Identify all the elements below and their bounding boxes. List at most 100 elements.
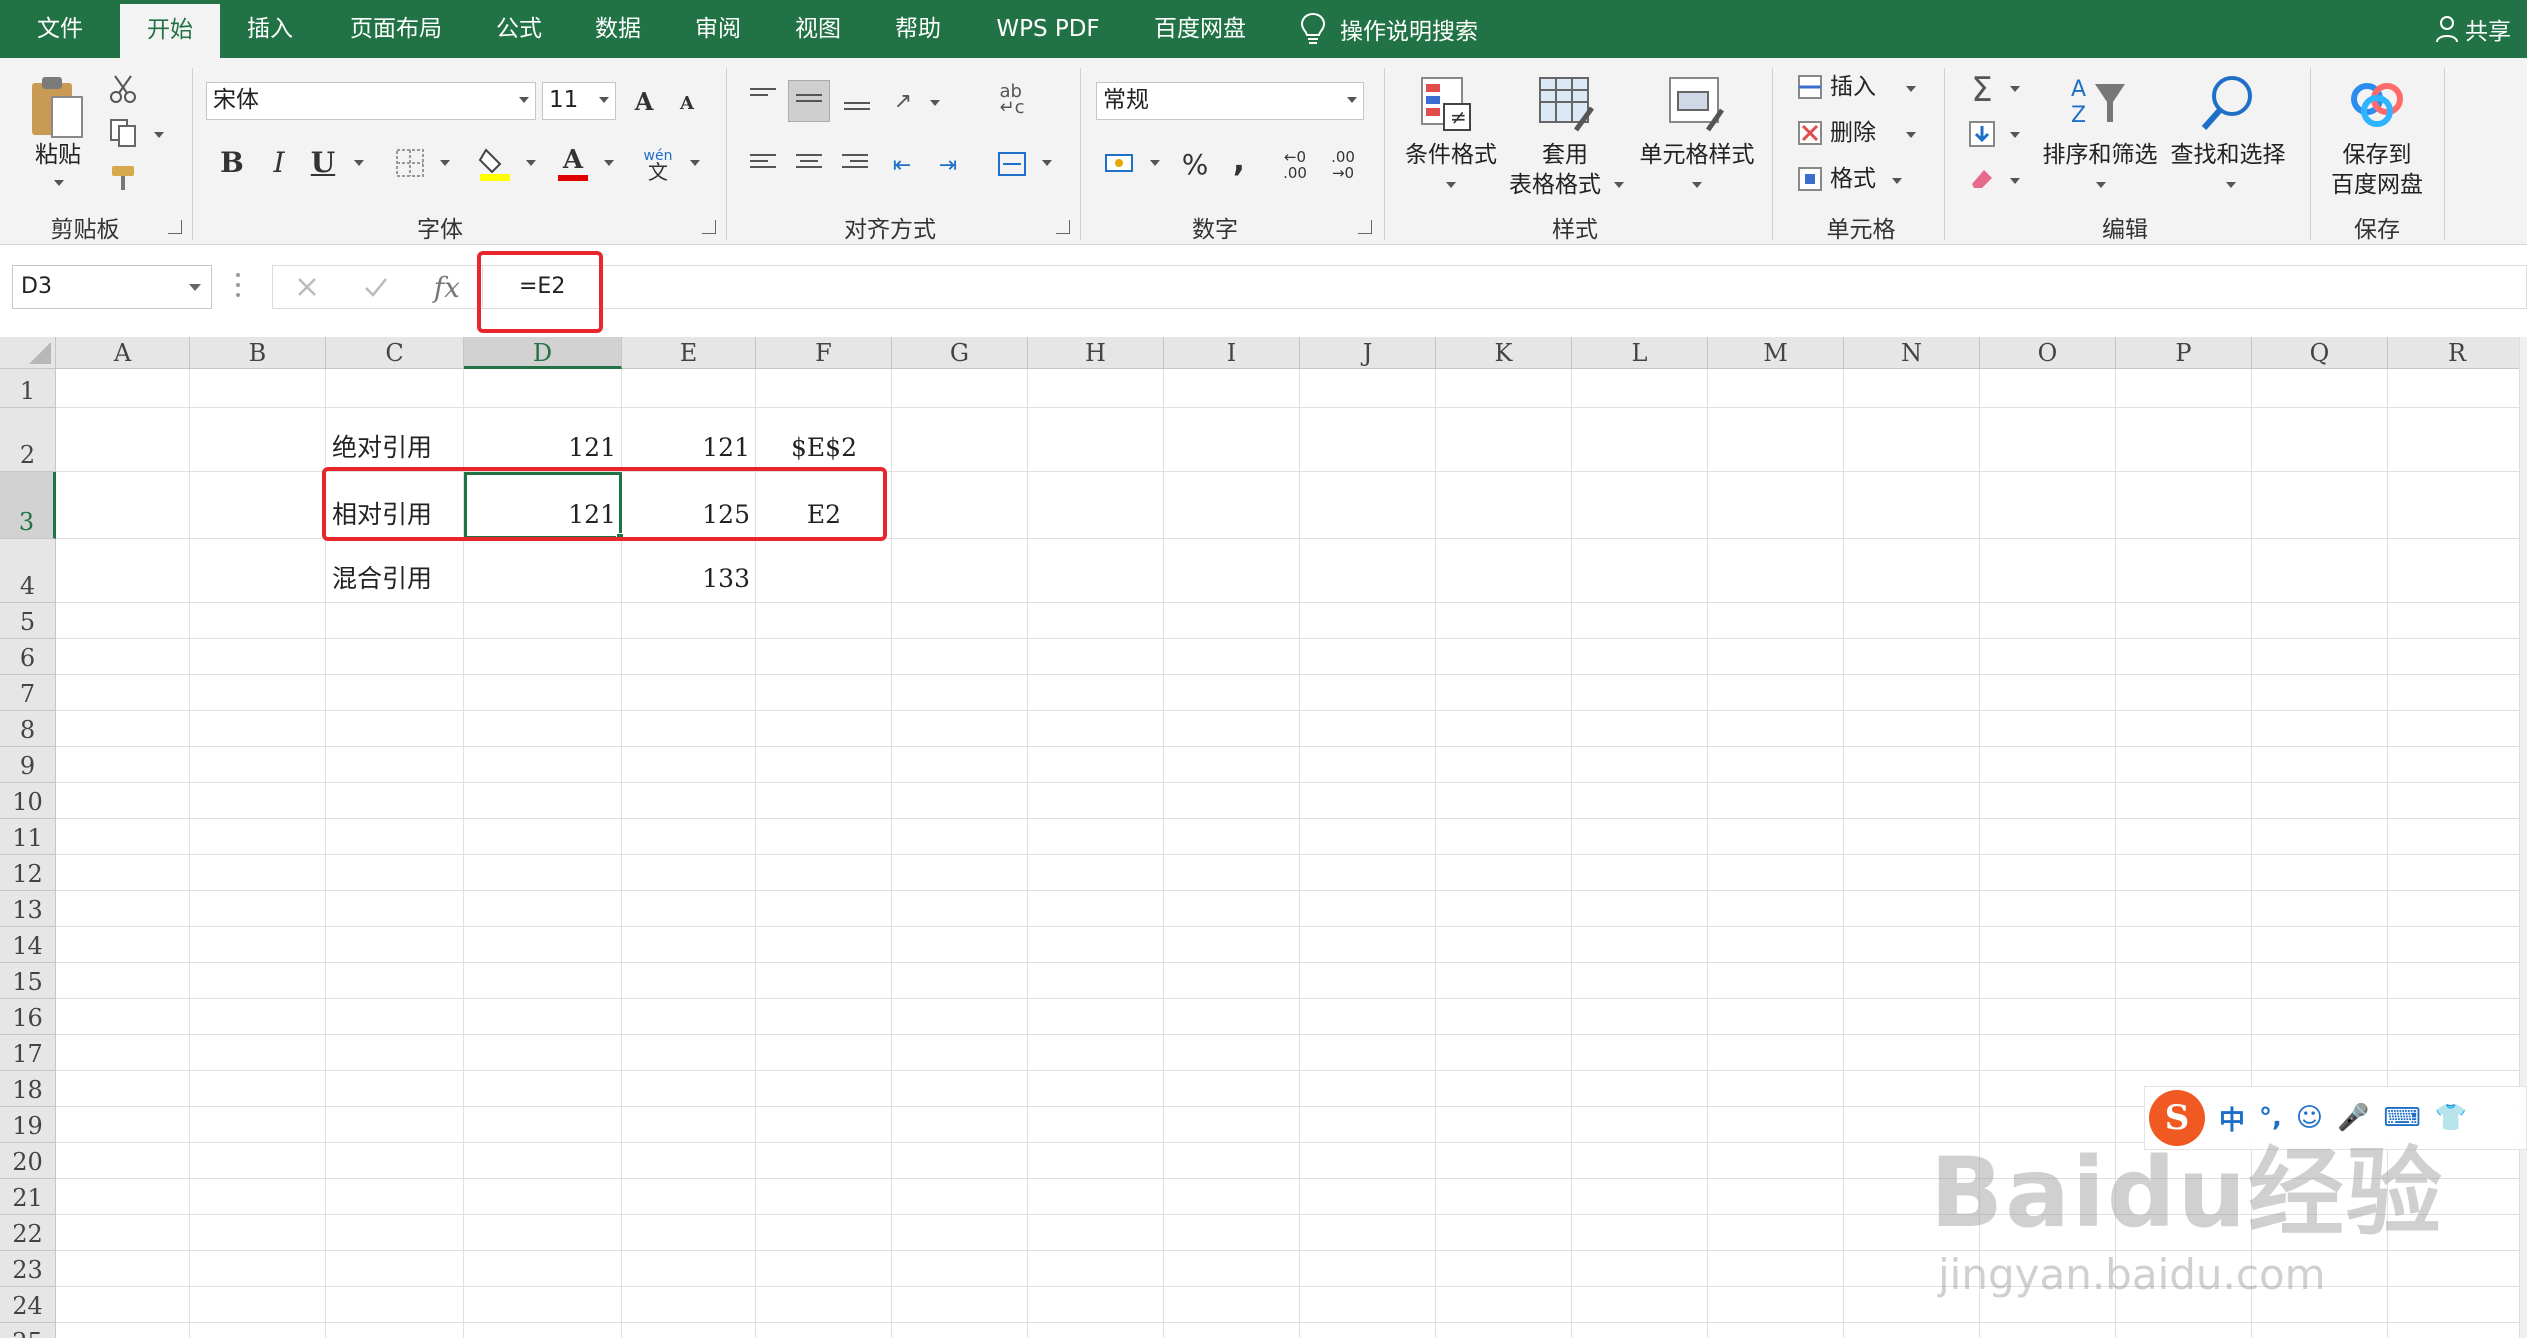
row-header-11[interactable]: 11 — [0, 819, 56, 855]
font-size-select[interactable]: 11 — [542, 82, 616, 120]
align-right-icon[interactable] — [842, 154, 868, 176]
row-header-4[interactable]: 4 — [0, 539, 56, 603]
row-header-5[interactable]: 5 — [0, 603, 56, 639]
align-left-icon[interactable] — [750, 154, 776, 176]
clear-dropdown-icon[interactable] — [2010, 178, 2020, 184]
fill-dropdown-icon[interactable] — [2010, 132, 2020, 138]
font-color-button[interactable]: A — [552, 142, 594, 184]
row-header-23[interactable]: 23 — [0, 1251, 56, 1287]
phonetic-button[interactable]: wén 文 — [636, 144, 680, 184]
cancel-icon[interactable] — [295, 275, 319, 299]
alignment-launcher-icon[interactable] — [1056, 220, 1070, 234]
sort-filter-dropdown-icon[interactable] — [2096, 182, 2106, 188]
underline-button[interactable]: U — [306, 142, 340, 182]
shrink-font-button[interactable]: A — [672, 86, 702, 120]
column-header-o[interactable]: O — [1980, 337, 2116, 369]
name-box[interactable]: D3 — [12, 265, 212, 309]
clear-button[interactable] — [1964, 160, 2000, 196]
column-header-i[interactable]: I — [1164, 337, 1300, 369]
orientation-dropdown-icon[interactable] — [930, 100, 940, 106]
row-header-1[interactable]: 1 — [0, 369, 56, 408]
row-header-24[interactable]: 24 — [0, 1287, 56, 1323]
row-header-15[interactable]: 15 — [0, 963, 56, 999]
paste-dropdown-icon[interactable] — [54, 180, 64, 186]
row-header-25[interactable]: 25 — [0, 1323, 56, 1338]
number-launcher-icon[interactable] — [1358, 220, 1372, 234]
row-header-10[interactable]: 10 — [0, 783, 56, 819]
menu-view[interactable]: 视图 — [772, 0, 864, 58]
ime-mode-toggle[interactable]: 中 — [2219, 1100, 2245, 1137]
row-header-17[interactable]: 17 — [0, 1035, 56, 1071]
spreadsheet-grid[interactable]: ABCDEFGHIJKLMNOPQR 1 2 3 4 5 6 7 8 9 10 11 12 13 14 15… — [0, 337, 2527, 1338]
autosum-dropdown-icon[interactable] — [2010, 86, 2020, 92]
increase-indent-button[interactable]: ⇥ — [930, 148, 966, 182]
menu-review[interactable]: 审阅 — [672, 0, 764, 58]
column-header-g[interactable]: G — [892, 337, 1028, 369]
cell-f2[interactable]: $E$2 — [756, 428, 892, 468]
borders-button[interactable] — [390, 144, 430, 182]
align-bottom-icon[interactable] — [844, 96, 870, 118]
menu-file[interactable]: 文件 — [8, 0, 112, 58]
column-header-p[interactable]: P — [2116, 337, 2252, 369]
merge-dropdown-icon[interactable] — [1042, 160, 1052, 166]
copy-button[interactable] — [106, 116, 140, 150]
menu-formulas[interactable]: 公式 — [474, 0, 564, 58]
comma-button[interactable]: , — [1220, 140, 1258, 180]
formula-input[interactable]: =E2 — [482, 265, 2527, 309]
row-header-3[interactable]: 3 — [0, 472, 56, 539]
phonetic-dropdown-icon[interactable] — [690, 160, 700, 166]
column-header-r[interactable]: R — [2388, 337, 2527, 369]
row-header-22[interactable]: 22 — [0, 1215, 56, 1251]
cut-button[interactable] — [106, 72, 140, 106]
column-header-m[interactable]: M — [1708, 337, 1844, 369]
insert-function-button[interactable]: fx — [434, 271, 460, 304]
row-header-19[interactable]: 19 — [0, 1107, 56, 1143]
percent-button[interactable]: % — [1176, 144, 1214, 184]
keyboard-icon[interactable]: ⌨ — [2383, 1103, 2421, 1133]
formula-bar-grip-icon[interactable] — [236, 273, 240, 301]
skin-icon[interactable]: 👕 — [2435, 1103, 2467, 1133]
grow-font-button[interactable]: A — [626, 82, 662, 120]
row-header-7[interactable]: 7 — [0, 675, 56, 711]
menu-insert[interactable]: 插入 — [224, 0, 316, 58]
column-header-q[interactable]: Q — [2252, 337, 2388, 369]
save-to-netdisk-button[interactable] — [2344, 70, 2410, 134]
row-header-13[interactable]: 13 — [0, 891, 56, 927]
conditional-format-dropdown-icon[interactable] — [1446, 182, 1456, 188]
row-header-2[interactable]: 2 — [0, 408, 56, 472]
column-header-k[interactable]: K — [1436, 337, 1572, 369]
conditional-format-button[interactable]: ≠ — [1416, 72, 1476, 136]
italic-button[interactable]: I — [262, 142, 296, 182]
sogou-logo-icon[interactable]: S — [2149, 1090, 2205, 1146]
find-select-button[interactable] — [2196, 70, 2260, 134]
increase-decimal-button[interactable]: ←0 .00 — [1272, 146, 1318, 184]
align-top-icon[interactable] — [750, 88, 776, 110]
delete-cells-button[interactable]: 删除 — [1830, 118, 1890, 148]
bold-button[interactable]: B — [214, 142, 250, 182]
autosum-button[interactable]: Σ — [1962, 70, 2002, 110]
borders-dropdown-icon[interactable] — [440, 160, 450, 166]
menu-baidu-netdisk[interactable]: 百度网盘 — [1132, 0, 1268, 58]
format-cells-dropdown-icon[interactable] — [1892, 178, 1902, 184]
format-cells-button[interactable]: 格式 — [1830, 164, 1890, 194]
fill-color-dropdown-icon[interactable] — [526, 160, 536, 166]
microphone-icon[interactable]: 🎤 — [2337, 1103, 2369, 1133]
wrap-text-button[interactable]: ab ↵c — [994, 80, 1030, 120]
row-header-8[interactable]: 8 — [0, 711, 56, 747]
menu-page-layout[interactable]: 页面布局 — [326, 0, 466, 58]
row-header-12[interactable]: 12 — [0, 855, 56, 891]
accounting-dropdown-icon[interactable] — [1150, 160, 1160, 166]
row-header-16[interactable]: 16 — [0, 999, 56, 1035]
column-header-e[interactable]: E — [622, 337, 756, 369]
row-header-14[interactable]: 14 — [0, 927, 56, 963]
copy-dropdown-icon[interactable] — [154, 132, 164, 138]
align-middle-button[interactable] — [788, 80, 830, 122]
paste-button[interactable] — [28, 72, 88, 142]
cell-styles-button[interactable] — [1664, 72, 1728, 136]
column-header-d[interactable]: D — [464, 337, 622, 369]
align-center-icon[interactable] — [796, 154, 822, 176]
fill-color-button[interactable] — [474, 142, 516, 184]
menu-home[interactable]: 开始 — [120, 4, 220, 58]
cell-d2[interactable]: 121 — [464, 428, 622, 468]
select-all-button[interactable] — [0, 337, 56, 369]
